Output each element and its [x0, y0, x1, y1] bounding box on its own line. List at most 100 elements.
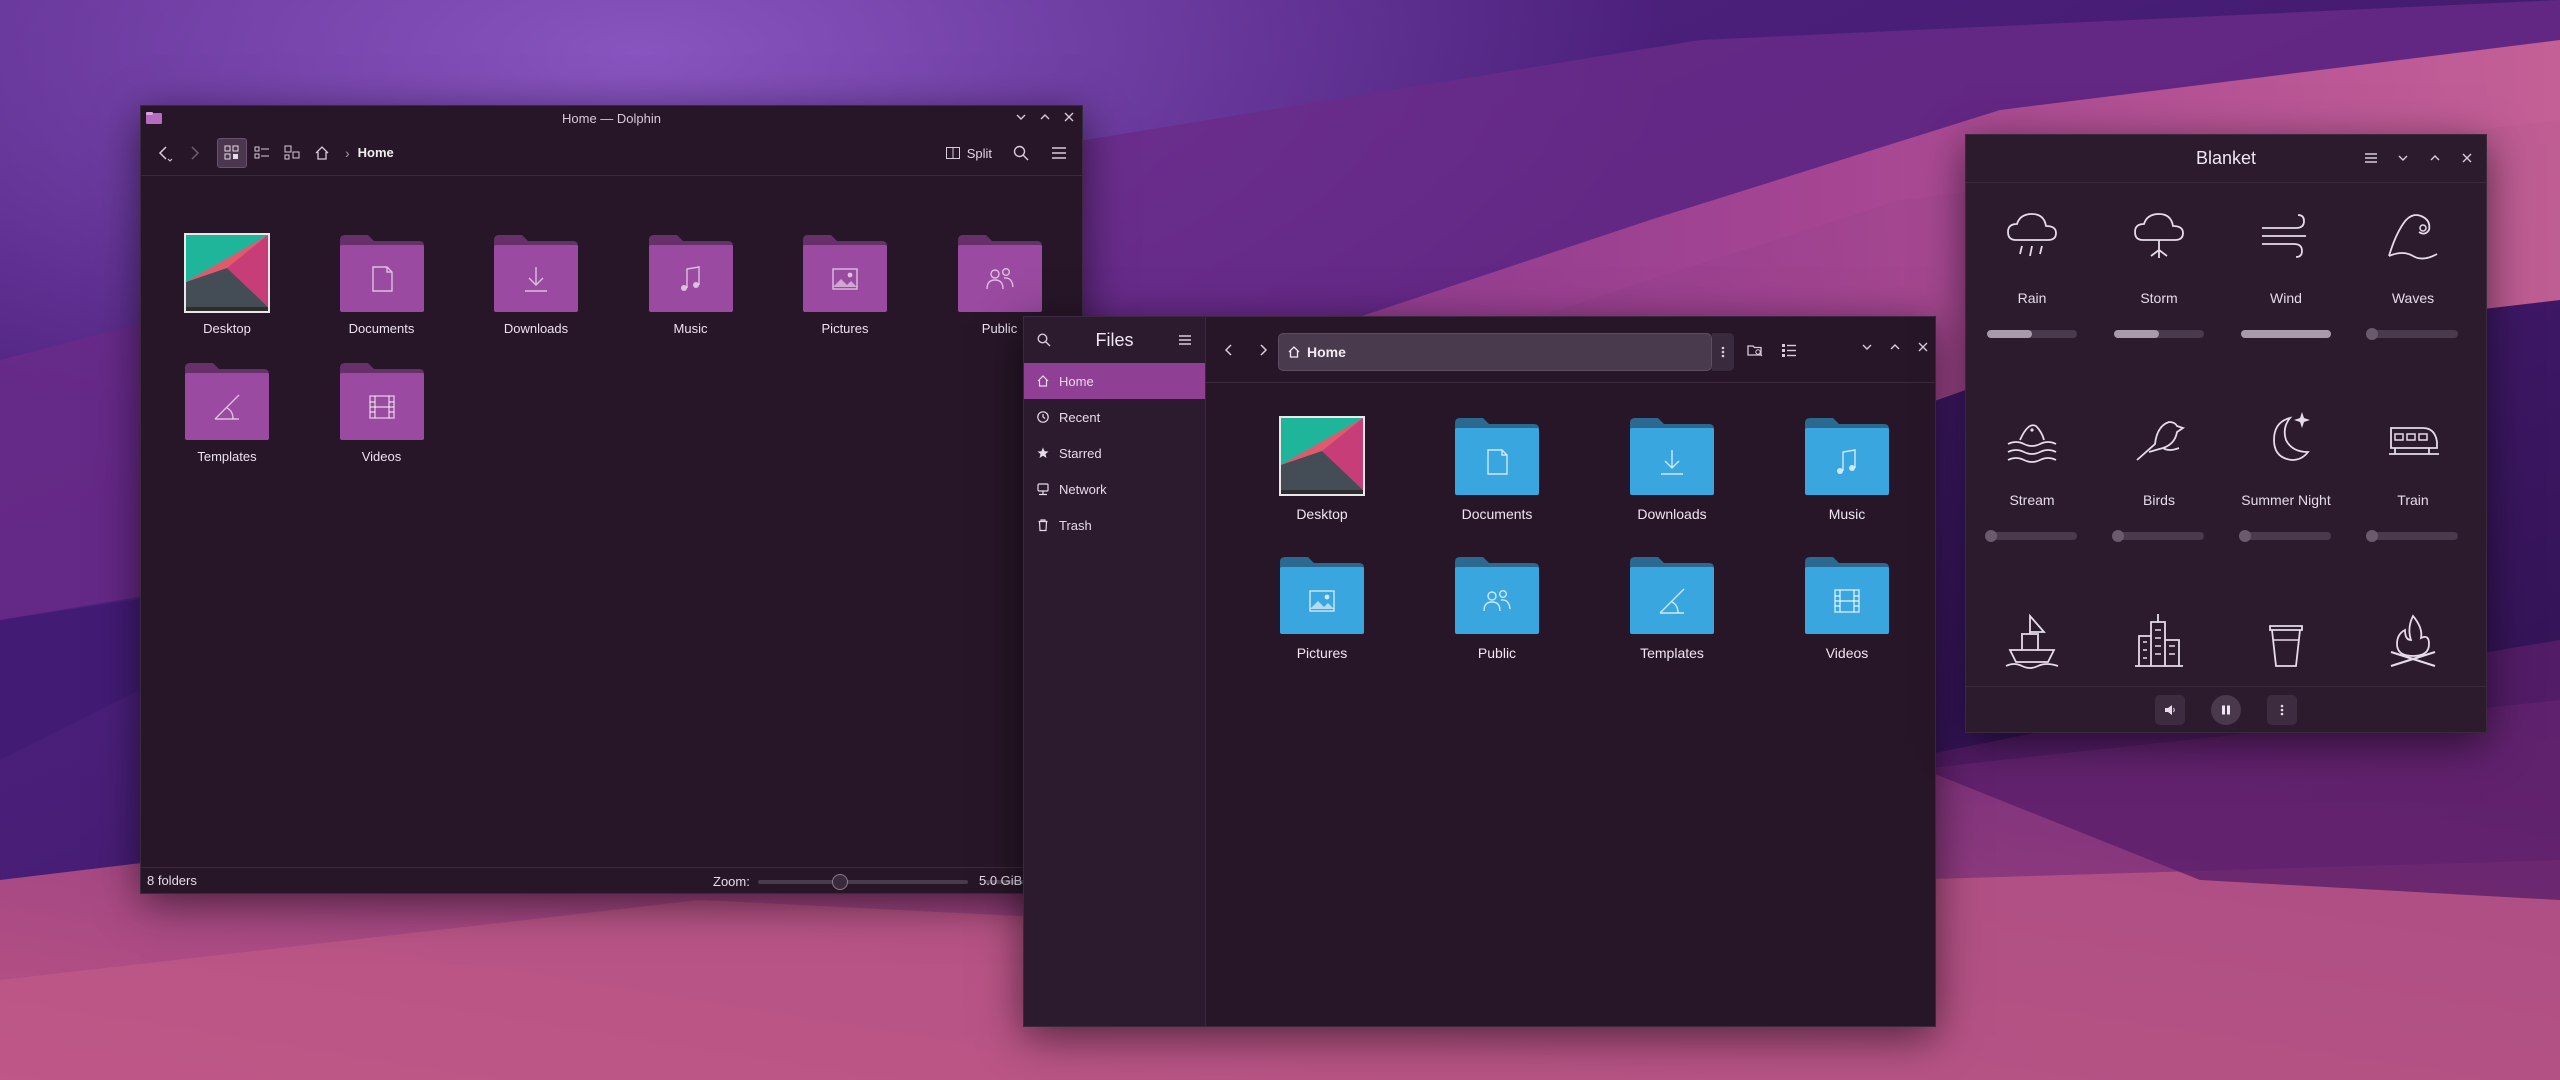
volume-handle[interactable] [2366, 530, 2378, 542]
hamburger-menu-icon[interactable] [1175, 330, 1195, 350]
forward-icon[interactable] [1246, 333, 1280, 367]
icons-view-icon[interactable] [217, 137, 247, 168]
folder-item-music[interactable]: Music [1767, 415, 1927, 522]
sound-birds[interactable]: Birds [2095, 408, 2223, 542]
maximize-icon[interactable] [1887, 339, 1903, 355]
sound-coffee[interactable] [2222, 610, 2350, 688]
location-pathbar[interactable]: Home [1278, 333, 1712, 371]
volume-handle[interactable] [2366, 328, 2378, 340]
folder-item-desktop[interactable]: Desktop [1242, 415, 1402, 522]
sound-fireplace[interactable] [2349, 610, 2477, 688]
sidebar-item-recent[interactable]: Recent [1024, 399, 1205, 435]
sound-rain[interactable]: Rain [1968, 206, 2096, 338]
maximize-icon[interactable] [1038, 110, 1052, 124]
minimize-icon[interactable] [2394, 149, 2412, 167]
maximize-icon[interactable] [2426, 149, 2444, 167]
volume-slider[interactable] [2366, 328, 2458, 340]
sound-storm[interactable]: Storm [2095, 206, 2223, 338]
hamburger-menu-icon[interactable] [2362, 149, 2380, 167]
folder-label: Desktop [203, 321, 251, 336]
folder-item-public[interactable]: Public [1417, 554, 1577, 661]
forward-icon[interactable] [179, 138, 209, 168]
files-file-view[interactable]: Desktop Documents Downloads Music Pictur… [1206, 384, 1935, 1026]
compact-view-icon[interactable] [277, 138, 307, 168]
dolphin-statusbar: 8 folders Zoom: 5.0 GiB [141, 867, 1082, 893]
city-icon [2129, 610, 2189, 670]
more-options-icon[interactable] [1712, 333, 1734, 371]
breadcrumb-home[interactable]: Home [358, 145, 394, 160]
zoom-slider[interactable] [757, 873, 968, 890]
minimize-icon[interactable] [1014, 110, 1028, 124]
volume-slider[interactable] [2241, 330, 2331, 338]
location-label: Home [1307, 344, 1346, 360]
more-options-icon[interactable] [2267, 694, 2297, 725]
sound-boat[interactable] [1968, 610, 2096, 688]
folder-label: Videos [1825, 645, 1869, 661]
dolphin-titlebar[interactable]: Home — Dolphin [141, 106, 1082, 130]
folder-item-desktop[interactable]: Desktop [157, 232, 297, 336]
folder-label: Templates [197, 449, 257, 464]
files-window[interactable]: Files Home Recent Starred Network Trash Home [1023, 316, 1936, 1027]
folder-item-templates[interactable]: Templates [1592, 554, 1752, 661]
search-icon[interactable] [1006, 138, 1036, 168]
close-icon[interactable] [1062, 110, 1076, 124]
volume-slider[interactable] [2114, 330, 2204, 338]
zoom-slider-handle[interactable] [831, 873, 848, 890]
sound-city[interactable] [2095, 610, 2223, 688]
details-view-icon[interactable] [247, 138, 277, 168]
folder-music-icon [1803, 415, 1891, 497]
folder-label: Videos [361, 449, 402, 464]
sidebar-item-home[interactable]: Home [1024, 363, 1205, 399]
folder-item-videos[interactable]: Videos [1767, 554, 1927, 661]
folder-item-pictures[interactable]: Pictures [775, 232, 915, 336]
home-icon[interactable] [307, 138, 337, 168]
folder-downloads-icon [492, 232, 580, 314]
volume-handle[interactable] [2239, 530, 2251, 542]
folder-item-documents[interactable]: Documents [1417, 415, 1577, 522]
back-icon[interactable] [1212, 333, 1246, 367]
sound-waves[interactable]: Waves [2349, 206, 2477, 340]
volume-slider[interactable] [2366, 530, 2458, 542]
dolphin-file-view[interactable]: Desktop Documents Downloads Music Pictur… [141, 176, 1082, 869]
minimize-icon[interactable] [1859, 339, 1875, 355]
folder-item-pictures[interactable]: Pictures [1242, 554, 1402, 661]
dolphin-window[interactable]: Home — Dolphin › Home Split Desktop Docu… [140, 105, 1083, 894]
volume-slider[interactable] [2112, 530, 2204, 542]
split-button[interactable]: Split [939, 138, 998, 168]
sidebar-item-network[interactable]: Network [1024, 471, 1205, 507]
sound-stream[interactable]: Stream [1968, 408, 2096, 542]
list-view-icon[interactable] [1774, 333, 1804, 367]
folder-item-documents[interactable]: Documents [312, 232, 452, 336]
sidebar-item-label: Trash [1059, 517, 1092, 533]
dolphin-toolbar: › Home Split [141, 130, 1082, 176]
sound-summer-night[interactable]: Summer Night [2222, 408, 2350, 542]
back-icon[interactable] [149, 138, 179, 168]
volume-slider[interactable] [1985, 530, 2077, 542]
folder-item-templates[interactable]: Templates [157, 360, 297, 464]
search-icon[interactable] [1034, 330, 1054, 350]
blanket-window[interactable]: Blanket Rain Storm Wind Waves Stream Birds Sum… [1965, 134, 2487, 733]
new-folder-search-icon[interactable] [1740, 333, 1770, 367]
trash-icon [1036, 518, 1050, 532]
folder-item-downloads[interactable]: Downloads [1592, 415, 1752, 522]
pause-icon[interactable] [2211, 694, 2241, 725]
hamburger-menu-icon[interactable] [1044, 138, 1074, 168]
sound-wind[interactable]: Wind [2222, 206, 2350, 338]
volume-slider[interactable] [2239, 530, 2331, 542]
rain-icon [2002, 206, 2062, 266]
folder-item-downloads[interactable]: Downloads [466, 232, 606, 336]
volume-icon[interactable] [2155, 694, 2185, 725]
sidebar-item-starred[interactable]: Starred [1024, 435, 1205, 471]
breadcrumb-separator: › [345, 144, 350, 161]
sidebar-item-trash[interactable]: Trash [1024, 507, 1205, 543]
volume-handle[interactable] [1985, 530, 1997, 542]
folder-pictures-icon [1278, 554, 1366, 636]
close-icon[interactable] [2458, 149, 2476, 167]
folder-item-music[interactable]: Music [621, 232, 761, 336]
volume-handle[interactable] [2112, 530, 2124, 542]
sound-train[interactable]: Train [2349, 408, 2477, 542]
close-icon[interactable] [1915, 339, 1931, 355]
blanket-footer [1966, 686, 2486, 732]
volume-slider[interactable] [1987, 330, 2077, 338]
folder-item-videos[interactable]: Videos [312, 360, 452, 464]
